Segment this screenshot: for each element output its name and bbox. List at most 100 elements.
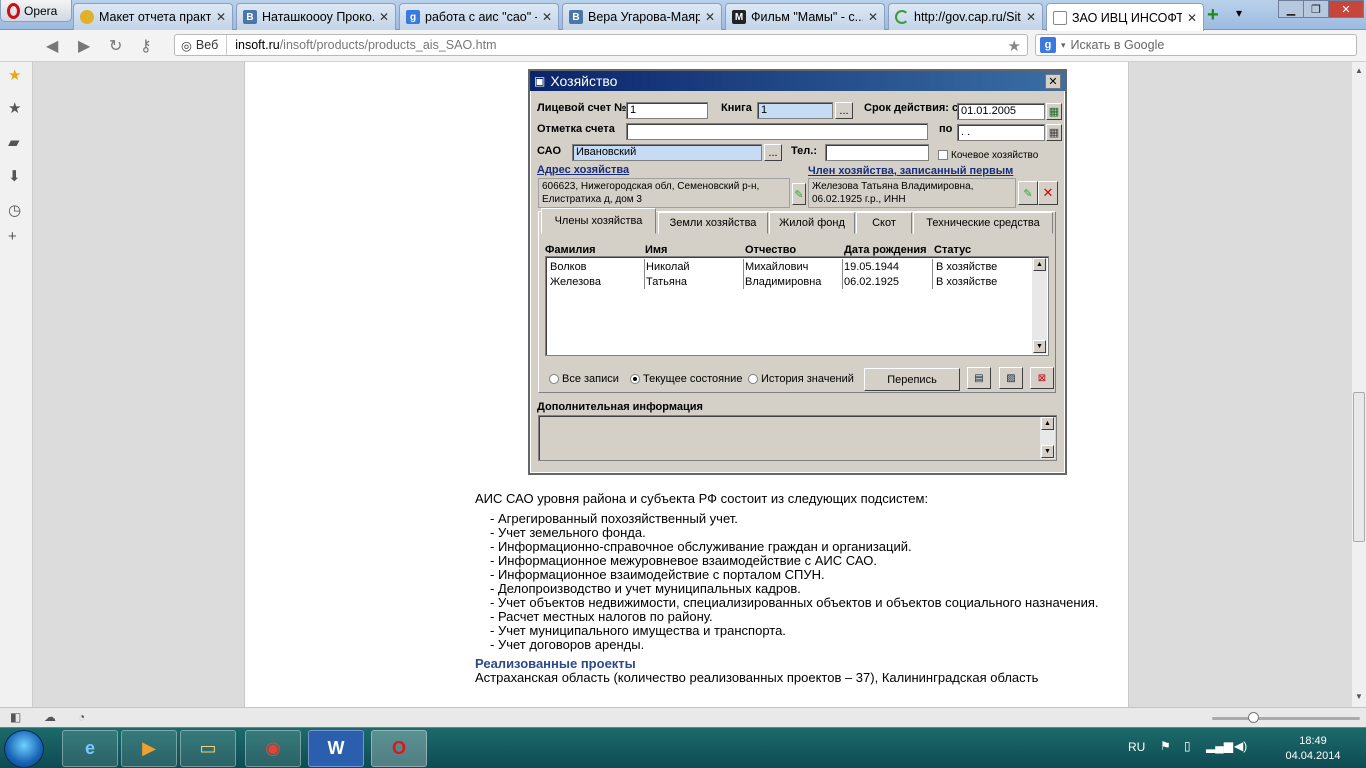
radio-history[interactable]: История значений bbox=[748, 373, 854, 385]
browser-tab[interactable]: g работа с аис "сао" -... ✕ bbox=[399, 3, 559, 30]
tab-livestock[interactable]: Скот bbox=[856, 212, 912, 234]
scroll-down-icon[interactable]: ▼ bbox=[1041, 445, 1054, 458]
column-header[interactable]: Фамилия bbox=[545, 244, 596, 256]
column-header[interactable]: Статус bbox=[934, 244, 971, 256]
column-header[interactable]: Дата рождения bbox=[844, 244, 927, 256]
phone-field[interactable] bbox=[825, 144, 929, 161]
close-icon[interactable]: ✕ bbox=[1045, 74, 1061, 89]
close-tab-icon[interactable]: ✕ bbox=[1187, 11, 1197, 25]
period-to-field[interactable]: . . bbox=[957, 124, 1045, 141]
edit-record-icon[interactable]: ▨ bbox=[999, 367, 1023, 389]
turbo-cloud-icon[interactable]: ☁ bbox=[44, 710, 56, 724]
address-bar[interactable]: ◎ Веб insoft.ru/insoft/products/products_… bbox=[174, 34, 1028, 56]
radio-button-selected[interactable] bbox=[630, 374, 640, 384]
media-player-icon[interactable]: ▶ bbox=[121, 730, 177, 767]
opera-taskbar-icon[interactable]: O bbox=[371, 730, 427, 767]
sao-browse-button[interactable]: ... bbox=[764, 144, 782, 161]
tab-menu-chevron-icon[interactable]: ▾ bbox=[1236, 6, 1242, 20]
volume-icon[interactable]: ◀) bbox=[1234, 739, 1247, 753]
internet-explorer-icon[interactable]: e bbox=[62, 730, 118, 767]
device-icon[interactable]: ▯ bbox=[1184, 739, 1191, 753]
reload-icon[interactable]: ↻ bbox=[109, 36, 122, 56]
flag-icon[interactable]: ⚑ bbox=[1160, 739, 1171, 753]
scroll-thumb[interactable] bbox=[1353, 392, 1365, 542]
opera-menu-button[interactable]: Opera bbox=[0, 0, 72, 22]
browser-tab[interactable]: B Наташкоооу Проко... ✕ bbox=[236, 3, 396, 30]
close-tab-icon[interactable]: ✕ bbox=[542, 10, 552, 24]
language-indicator[interactable]: RU bbox=[1128, 740, 1145, 754]
memo-scrollbar[interactable]: ▲ ▼ bbox=[1040, 417, 1055, 459]
zoom-slider-handle[interactable] bbox=[1248, 712, 1259, 723]
nomadic-checkbox[interactable] bbox=[938, 150, 948, 160]
tab-equipment[interactable]: Технические средства bbox=[913, 212, 1053, 234]
tab-housing[interactable]: Жилой фонд bbox=[769, 212, 855, 234]
close-tab-icon[interactable]: ✕ bbox=[868, 10, 878, 24]
edit-address-icon[interactable]: ✎ bbox=[792, 183, 806, 205]
new-tab-button[interactable]: + bbox=[1207, 5, 1219, 25]
panel-toggle-icon[interactable]: ◧ bbox=[10, 710, 21, 724]
restore-button[interactable]: ❐ bbox=[1303, 0, 1329, 18]
calendar-icon[interactable]: ▦ bbox=[1046, 124, 1062, 141]
speed-dial-star-icon[interactable]: ★ bbox=[8, 66, 21, 84]
search-box[interactable]: g ▾ Искать в Google bbox=[1035, 34, 1357, 56]
period-from-label: Срок действия: с bbox=[864, 102, 959, 114]
history-clock-icon[interactable]: ◷ bbox=[8, 201, 21, 219]
notes-icon[interactable]: ▰ bbox=[8, 133, 20, 151]
book-field[interactable]: 1 bbox=[757, 102, 833, 119]
column-header[interactable]: Имя bbox=[645, 244, 667, 256]
speed-gauge-icon[interactable]: ◔ bbox=[78, 710, 85, 724]
keyboard-icon[interactable]: ▤ bbox=[967, 367, 991, 389]
key-icon[interactable]: ⚷ bbox=[140, 36, 152, 56]
column-header[interactable]: Отчество bbox=[745, 244, 796, 256]
scroll-down-icon[interactable]: ▼ bbox=[1355, 692, 1363, 701]
radio-button[interactable] bbox=[549, 374, 559, 384]
file-explorer-icon[interactable]: ▭ bbox=[180, 730, 236, 767]
close-window-button[interactable]: ✕ bbox=[1328, 0, 1364, 18]
table-scrollbar[interactable]: ▲ ▼ bbox=[1032, 258, 1047, 354]
period-from-field[interactable]: 01.01.2005 bbox=[957, 103, 1045, 120]
forward-arrow-icon[interactable]: ▶ bbox=[78, 36, 90, 56]
tab-members[interactable]: Члены хозяйства bbox=[541, 208, 656, 234]
back-arrow-icon[interactable]: ◀ bbox=[46, 36, 58, 56]
book-browse-button[interactable]: ... bbox=[835, 102, 853, 119]
clock[interactable]: 18:49 04.04.2014 bbox=[1282, 734, 1344, 764]
browser-tab-active[interactable]: ЗАО ИВЦ ИНСОФТ ✕ bbox=[1046, 3, 1204, 31]
scroll-up-icon[interactable]: ▲ bbox=[1355, 66, 1363, 75]
delete-record-icon[interactable]: ⊠ bbox=[1030, 367, 1054, 389]
scroll-down-icon[interactable]: ▼ bbox=[1033, 340, 1046, 353]
chevron-down-icon[interactable]: ▾ bbox=[1061, 40, 1066, 51]
tab-lands[interactable]: Земли хозяйства bbox=[658, 212, 768, 234]
minimize-button[interactable]: ▁ bbox=[1278, 0, 1304, 18]
mark-field[interactable] bbox=[626, 123, 928, 140]
word-icon[interactable]: W bbox=[308, 730, 364, 767]
scroll-up-icon[interactable]: ▲ bbox=[1033, 258, 1046, 271]
bookmarks-icon[interactable]: ★ bbox=[8, 99, 21, 117]
radio-all-records[interactable]: Все записи bbox=[549, 373, 619, 385]
zoom-slider[interactable] bbox=[1212, 717, 1360, 720]
census-button[interactable]: Перепись bbox=[864, 368, 960, 391]
browser-tab[interactable]: http://gov.cap.ru/Sit... ✕ bbox=[888, 3, 1043, 30]
downloads-icon[interactable]: ⬇ bbox=[8, 167, 21, 185]
sao-field[interactable]: Ивановский bbox=[572, 144, 762, 161]
radio-current-state[interactable]: Текущее состояние bbox=[630, 373, 742, 385]
delete-member-icon[interactable]: ✕ bbox=[1038, 181, 1058, 205]
bookmark-star-icon[interactable]: ★ bbox=[1008, 37, 1021, 55]
radio-button[interactable] bbox=[748, 374, 758, 384]
account-field[interactable]: 1 bbox=[626, 102, 708, 119]
edit-member-icon[interactable]: ✎ bbox=[1018, 181, 1038, 205]
browser-tab[interactable]: Макет отчета практ... ✕ bbox=[73, 3, 233, 30]
close-tab-icon[interactable]: ✕ bbox=[379, 10, 389, 24]
close-tab-icon[interactable]: ✕ bbox=[1026, 10, 1036, 24]
calendar-icon[interactable]: ▦ bbox=[1046, 103, 1062, 120]
browser-tab[interactable]: M Фильм "Мамы" - с... ✕ bbox=[725, 3, 885, 30]
add-panel-icon[interactable]: + bbox=[8, 228, 17, 245]
close-tab-icon[interactable]: ✕ bbox=[705, 10, 715, 24]
vertical-scrollbar[interactable]: ▲ ▼ bbox=[1351, 62, 1366, 707]
browser-tab[interactable]: B Вера Угарова-Маяр... ✕ bbox=[562, 3, 722, 30]
start-button[interactable] bbox=[4, 730, 44, 768]
close-tab-icon[interactable]: ✕ bbox=[216, 10, 226, 24]
chrome-icon[interactable]: ◉ bbox=[245, 730, 301, 767]
scroll-up-icon[interactable]: ▲ bbox=[1041, 417, 1054, 430]
extra-info-memo[interactable]: ▲ ▼ bbox=[538, 415, 1057, 461]
signal-icon[interactable]: ▂▄▆ bbox=[1206, 739, 1233, 753]
